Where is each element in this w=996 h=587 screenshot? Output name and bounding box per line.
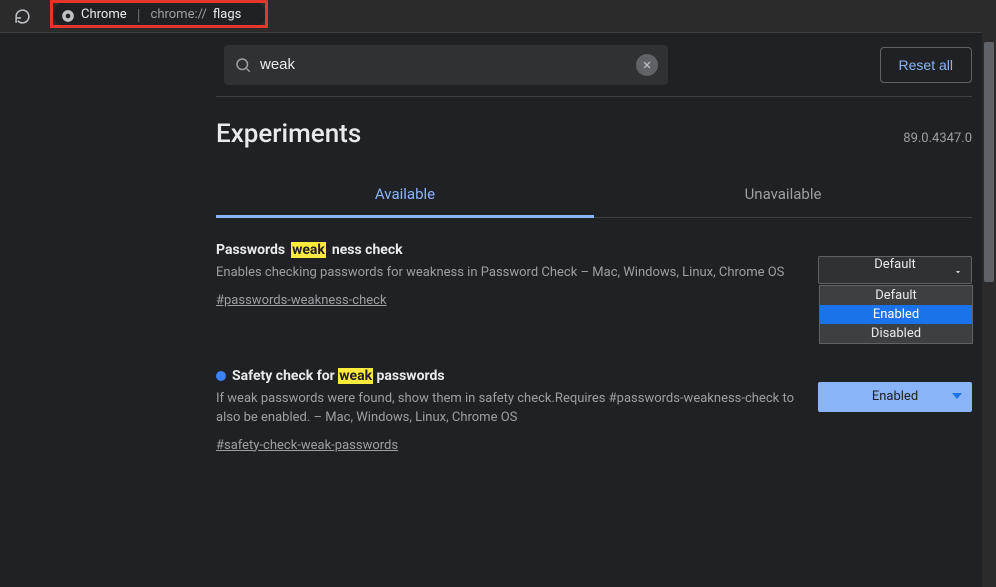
flag-title-pre: Safety check for (232, 368, 338, 384)
omnibox[interactable]: Chrome | chrome:// flags (53, 2, 266, 27)
flag-passwords-weakness-check: Passwords weak ness check Enables checkin… (216, 218, 972, 308)
flag-title-highlight: weak (338, 368, 373, 384)
tabs: Available Unavailable (216, 173, 972, 218)
scrollbar-thumb[interactable] (984, 42, 994, 282)
dropdown-option-default[interactable]: Default (820, 286, 972, 305)
vertical-scrollbar[interactable] (982, 32, 996, 587)
flag-title: Safety check for weak passwords (216, 368, 794, 384)
search-input[interactable] (260, 56, 628, 73)
reload-button[interactable] (8, 2, 36, 30)
chevron-down-icon (952, 393, 962, 399)
flag-title-post: passwords (373, 368, 444, 384)
tab-available[interactable]: Available (216, 173, 594, 217)
search-box[interactable] (224, 45, 668, 85)
dropdown-value: Default (874, 257, 916, 272)
flag-title-highlight: weak (291, 242, 326, 258)
flags-page: Reset all Experiments 89.0.4347.0 Availa… (0, 32, 996, 587)
version-label: 89.0.4347.0 (903, 131, 972, 146)
flag-anchor-link[interactable]: #passwords-weakness-check (216, 293, 387, 308)
flag-title-pre: Passwords (216, 242, 285, 258)
flag-dropdown[interactable]: Enabled (818, 382, 972, 412)
flag-description: If weak passwords were found, show them … (216, 390, 794, 428)
dropdown-menu: Default Enabled Disabled (819, 285, 973, 344)
flag-title: Passwords weak ness check (216, 242, 794, 258)
omnibox-url-prefix: chrome:// (151, 7, 207, 22)
chrome-icon (61, 8, 75, 22)
page-title: Experiments (216, 119, 361, 149)
dropdown-option-enabled[interactable]: Enabled (820, 305, 972, 324)
dropdown-value: Enabled (872, 389, 918, 404)
flag-title-post: ness check (332, 242, 403, 258)
omnibox-app-label: Chrome (81, 7, 127, 22)
chevron-down-icon (953, 266, 963, 281)
clear-search-button[interactable] (636, 54, 658, 76)
flag-safety-check-weak-passwords: Safety check for weak passwords If weak … (216, 344, 972, 453)
omnibox-separator: | (137, 5, 141, 24)
omnibox-url-path: flags (213, 7, 241, 22)
tab-unavailable[interactable]: Unavailable (594, 173, 972, 217)
flag-anchor-link[interactable]: #safety-check-weak-passwords (216, 438, 398, 453)
modified-indicator-dot (216, 371, 226, 381)
flag-dropdown[interactable]: Default Default Enabled Disabled (818, 256, 972, 284)
search-bar-row: Reset all (216, 33, 972, 97)
reset-all-button[interactable]: Reset all (880, 47, 972, 83)
search-icon (234, 56, 252, 74)
dropdown-option-disabled[interactable]: Disabled (820, 324, 972, 343)
flag-description: Enables checking passwords for weakness … (216, 264, 794, 283)
